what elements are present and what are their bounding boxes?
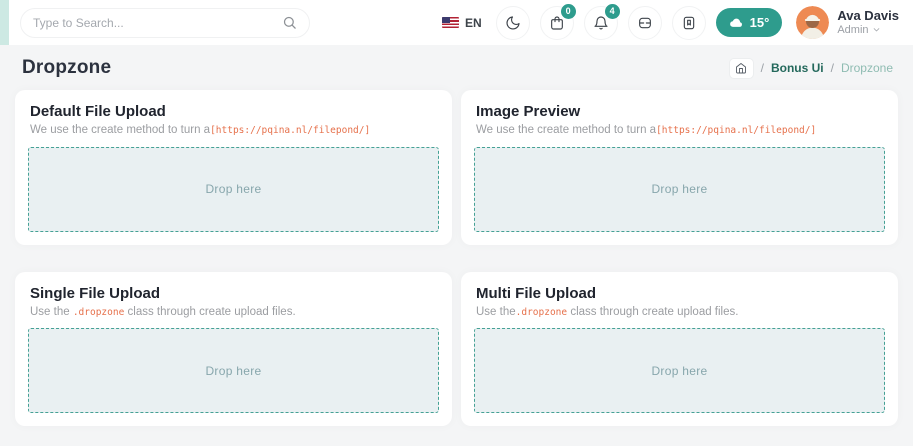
dropzone-label: Drop here [651, 364, 707, 378]
cart-badge: 0 [561, 4, 576, 19]
card-single-file-upload: Single File Upload Use the .dropzone cla… [15, 272, 452, 427]
search-icon[interactable] [282, 15, 297, 30]
dropzone-multi-file[interactable]: Drop here [474, 328, 885, 413]
card-description: Use the .dropzone class through create u… [30, 305, 439, 321]
card-desc-text: We use the create method to turn a [476, 124, 656, 136]
top-header: EN 0 4 [0, 0, 913, 45]
card-title: Multi File Upload [476, 285, 885, 302]
dropzone-label: Drop here [651, 182, 707, 196]
dropzone-default[interactable]: Drop here [28, 147, 439, 232]
weather-widget[interactable]: 15° [716, 8, 783, 37]
card-image-preview: Image Preview We use the create method t… [461, 90, 898, 245]
breadcrumb-item-bonus-ui[interactable]: Bonus Ui [771, 61, 824, 75]
sidebar-edge [0, 0, 9, 45]
cloud-icon [729, 15, 744, 30]
page-title: Dropzone [22, 57, 111, 79]
card-title: Default File Upload [30, 103, 439, 120]
inline-code: .dropzone [516, 307, 567, 318]
inline-code: .dropzone [73, 307, 124, 318]
wallet-button[interactable] [628, 6, 662, 40]
chevron-down-icon [872, 25, 881, 34]
search-bar[interactable] [20, 8, 310, 38]
card-default-file-upload: Default File Upload We use the create me… [15, 90, 452, 245]
inline-code: [https://pqina.nl/filepond/] [210, 125, 370, 136]
notifications-button[interactable]: 4 [584, 6, 618, 40]
card-multi-file-upload: Multi File Upload Use the.dropzone class… [461, 272, 898, 427]
us-flag-icon [442, 17, 459, 28]
user-name: Ava Davis [837, 9, 899, 24]
breadcrumb-home-button[interactable] [729, 58, 754, 79]
user-menu[interactable]: Ava Davis Admin [796, 6, 899, 39]
cards-grid: Default File Upload We use the create me… [0, 90, 913, 426]
dropzone-label: Drop here [205, 182, 261, 196]
header-actions: EN 0 4 [442, 6, 899, 40]
card-desc-text: Use the [30, 306, 73, 318]
wallet-icon [637, 15, 653, 31]
card-description: Use the.dropzone class through create up… [476, 305, 885, 321]
card-desc-text: class through create upload files. [124, 306, 295, 318]
card-description: We use the create method to turn a[https… [30, 123, 439, 139]
dark-mode-toggle[interactable] [496, 6, 530, 40]
language-label: EN [465, 16, 482, 30]
card-title: Image Preview [476, 103, 885, 120]
user-role: Admin [837, 24, 880, 37]
breadcrumb: / Bonus Ui / Dropzone [729, 58, 893, 79]
card-desc-text: Use the [476, 306, 516, 318]
shopping-bag-icon [549, 15, 565, 31]
language-selector[interactable]: EN [442, 16, 482, 30]
breadcrumb-separator: / [761, 61, 764, 75]
bookmark-button[interactable] [672, 6, 706, 40]
inline-code: [https://pqina.nl/filepond/] [656, 125, 816, 136]
card-title: Single File Upload [30, 285, 439, 302]
breadcrumb-item-current: Dropzone [841, 61, 893, 75]
card-desc-text: We use the create method to turn a [30, 124, 210, 136]
breadcrumb-separator: / [831, 61, 834, 75]
card-description: We use the create method to turn a[https… [476, 123, 885, 139]
bell-icon [593, 15, 609, 31]
page-header-row: Dropzone / Bonus Ui / Dropzone [0, 45, 913, 90]
moon-icon [505, 15, 521, 31]
search-input[interactable] [33, 16, 282, 30]
notification-badge: 4 [605, 4, 620, 19]
dropzone-image-preview[interactable]: Drop here [474, 147, 885, 232]
avatar [796, 6, 829, 39]
card-desc-text: class through create upload files. [567, 306, 738, 318]
dropzone-label: Drop here [205, 364, 261, 378]
cart-button[interactable]: 0 [540, 6, 574, 40]
user-meta: Ava Davis Admin [837, 9, 899, 37]
home-icon [735, 62, 747, 74]
dropzone-single-file[interactable]: Drop here [28, 328, 439, 413]
bookmark-icon [681, 15, 697, 31]
user-role-label: Admin [837, 24, 868, 37]
weather-temperature: 15° [750, 15, 770, 30]
